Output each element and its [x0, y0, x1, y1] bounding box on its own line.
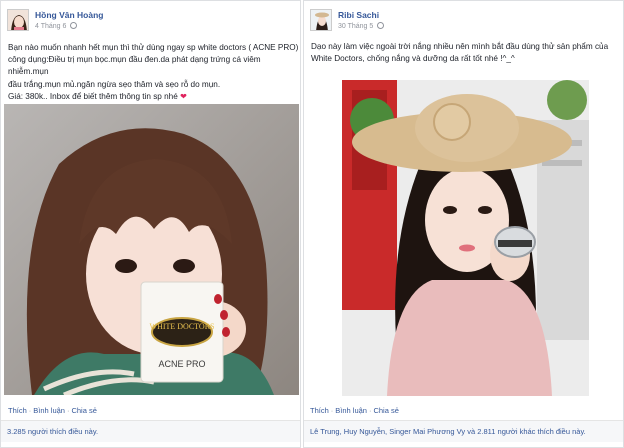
photo-illustration: WHITE DOCTORS ACNE PRO [4, 104, 299, 395]
author-name[interactable]: Hồng Vân Hoàng [35, 10, 103, 20]
globe-icon [70, 22, 78, 29]
action-separator: · [28, 406, 32, 415]
product-name-text: ACNE PRO [158, 359, 205, 369]
post-text: Dạo này làm việc ngoài trời nắng nhiều n… [311, 41, 621, 65]
post-actions: Thích · Bình luận · Chia sẻ [310, 406, 399, 415]
post-text-line: công dụng:Điều trị mụn bọc.mụn đầu đen.d… [8, 55, 261, 77]
post-text-line: Giá: 380k.. Inbox để biết thêm thông tin… [8, 91, 300, 103]
globe-icon [377, 22, 385, 29]
like-button[interactable]: Thích [310, 406, 329, 415]
comment-button[interactable]: Bình luận [33, 406, 65, 415]
like-button[interactable]: Thích [8, 406, 27, 415]
action-separator: · [368, 406, 372, 415]
share-button[interactable]: Chia sẻ [71, 406, 96, 415]
post-date-text[interactable]: 4 Tháng 6 [35, 23, 66, 30]
post-text-line: White Doctors, chống nắng và dưỡng da rấ… [311, 54, 515, 64]
post-text-line-content: Giá: 380k.. Inbox để biết thêm thông tin… [8, 91, 178, 101]
comment-button[interactable]: Bình luận [335, 406, 367, 415]
post-photo[interactable] [342, 80, 589, 396]
heart-icon: ❤ [180, 91, 187, 101]
post-date[interactable]: 30 Tháng 5 [338, 22, 385, 30]
action-separator: · [66, 406, 70, 415]
likes-summary[interactable]: Lê Trung, Huy Nguyễn, Singer Mai Phương … [304, 420, 623, 442]
post-text-line: Bạn nào muốn nhanh hết mụn thì thử dùng … [8, 43, 299, 52]
avatar[interactable] [7, 9, 29, 31]
post-text-line: đầu trắng.mụn mủ.ngăn ngừa sẹo thâm và s… [8, 79, 221, 89]
post-card-right: Ribi Sachi 30 Tháng 5 Dạo này làm việc n… [303, 0, 624, 448]
avatar[interactable] [310, 9, 332, 31]
share-button[interactable]: Chia sẻ [373, 406, 398, 415]
post-actions: Thích · Bình luận · Chia sẻ [8, 406, 97, 415]
post-text-line: Dạo này làm việc ngoài trời nắng nhiều n… [311, 42, 609, 51]
product-logo-text: WHITE DOCTORS [150, 322, 215, 331]
author-name[interactable]: Ribi Sachi [338, 10, 379, 20]
post-text: Bạn nào muốn nhanh hết mụn thì thử dùng … [8, 42, 300, 103]
post-date[interactable]: 4 Tháng 6 [35, 22, 78, 30]
likes-summary[interactable]: 3.285 người thích điều này. [1, 420, 300, 442]
post-date-text[interactable]: 30 Tháng 5 [338, 23, 373, 30]
action-separator: · [330, 406, 334, 415]
post-card-left: Hồng Vân Hoàng 4 Tháng 6 Bạn nào muốn nh… [0, 0, 301, 448]
post-photo[interactable]: WHITE DOCTORS ACNE PRO [4, 104, 299, 395]
photo-illustration [342, 80, 589, 396]
